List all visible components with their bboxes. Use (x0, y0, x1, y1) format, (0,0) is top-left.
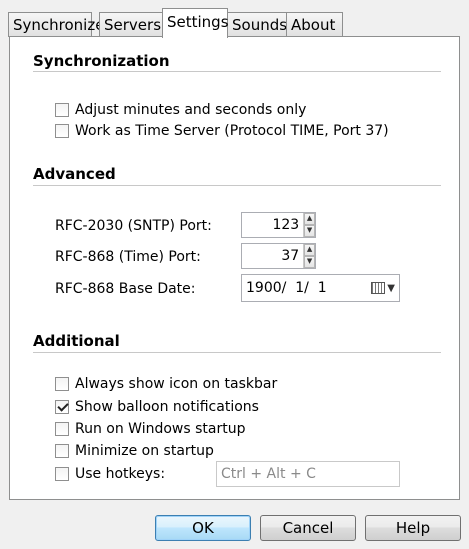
spin-down-icon[interactable]: ▼ (304, 225, 315, 237)
show-icon-taskbar-row[interactable]: Always show icon on taskbar (55, 375, 277, 393)
balloon-notifications-checkbox[interactable] (55, 400, 69, 414)
sntp-port-stepper[interactable]: ▲ ▼ (241, 212, 316, 238)
minimize-on-startup-row[interactable]: Minimize on startup (55, 442, 214, 460)
tab-servers[interactable]: Servers (99, 12, 163, 37)
time-server-checkbox[interactable] (55, 124, 69, 138)
hotkey-input[interactable]: Ctrl + Alt + C (216, 461, 400, 487)
tab-sounds[interactable]: Sounds (227, 12, 287, 37)
ok-button[interactable]: OK (155, 515, 251, 541)
adjust-minutes-checkbox[interactable] (55, 103, 69, 117)
spin-up-icon[interactable]: ▲ (304, 244, 315, 256)
tab-synchronize[interactable]: Synchronize (8, 12, 104, 37)
show-icon-taskbar-checkbox[interactable] (55, 377, 69, 391)
tab-about[interactable]: About (286, 12, 343, 37)
time-port-stepper[interactable]: ▲ ▼ (241, 243, 316, 269)
run-on-startup-checkbox[interactable] (55, 422, 69, 436)
section-title-additional: Additional (33, 332, 120, 350)
section-divider (33, 185, 441, 186)
base-date-picker[interactable]: 1900/ 1/ 1 ▼ (241, 274, 400, 302)
section-divider (33, 352, 441, 353)
section-divider (33, 71, 441, 72)
use-hotkeys-row[interactable]: Use hotkeys: (55, 465, 165, 483)
cancel-button[interactable]: Cancel (260, 515, 356, 541)
calendar-icon[interactable] (371, 282, 386, 294)
adjust-minutes-label: Adjust minutes and seconds only (75, 102, 307, 118)
chevron-down-icon[interactable]: ▼ (387, 283, 395, 294)
sntp-port-label: RFC-2030 (SNTP) Port: (55, 218, 212, 234)
use-hotkeys-label: Use hotkeys: (75, 466, 166, 482)
time-port-label: RFC-868 (Time) Port: (55, 249, 201, 265)
base-date-label: RFC-868 Base Date: (55, 281, 196, 297)
section-title-advanced: Advanced (33, 165, 116, 183)
show-icon-taskbar-label: Always show icon on taskbar (75, 376, 278, 392)
minimize-on-startup-label: Minimize on startup (75, 443, 214, 459)
spin-down-icon[interactable]: ▼ (304, 256, 315, 268)
time-server-label: Work as Time Server (Protocol TIME, Port… (75, 123, 389, 139)
section-title-synchronization: Synchronization (33, 52, 170, 70)
time-port-input[interactable] (242, 244, 304, 268)
settings-panel: Synchronization Adjust minutes and secon… (9, 36, 460, 500)
run-on-startup-label: Run on Windows startup (75, 421, 246, 437)
help-button[interactable]: Help (365, 515, 461, 541)
adjust-minutes-checkbox-row[interactable]: Adjust minutes and seconds only (55, 101, 306, 119)
minimize-on-startup-checkbox[interactable] (55, 444, 69, 458)
sntp-port-input[interactable] (242, 213, 304, 237)
balloon-notifications-label: Show balloon notifications (75, 399, 259, 415)
use-hotkeys-checkbox[interactable] (55, 467, 69, 481)
spin-up-icon[interactable]: ▲ (304, 213, 315, 225)
balloon-notifications-row[interactable]: Show balloon notifications (55, 398, 259, 416)
base-date-value: 1900/ 1/ 1 (246, 280, 327, 296)
tab-settings[interactable]: Settings (162, 8, 229, 38)
run-on-startup-row[interactable]: Run on Windows startup (55, 420, 246, 438)
time-server-checkbox-row[interactable]: Work as Time Server (Protocol TIME, Port… (55, 122, 389, 140)
